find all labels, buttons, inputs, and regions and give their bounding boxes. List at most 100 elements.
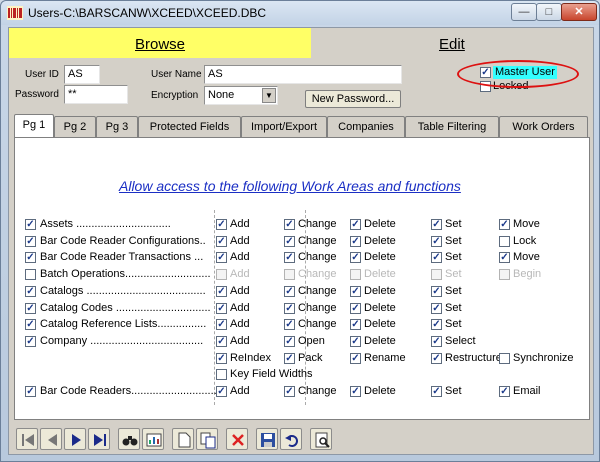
permission-checkbox[interactable]: ✓ xyxy=(216,336,227,347)
permission-checkbox[interactable]: ✓ xyxy=(499,386,510,397)
permission-label: Change xyxy=(298,302,337,314)
permission-checkbox[interactable]: ✓ xyxy=(284,219,295,230)
tab-companies[interactable]: Companies xyxy=(327,116,405,137)
permission-checkbox[interactable]: ✓ xyxy=(284,319,295,330)
permission-checkbox[interactable]: ✓ xyxy=(216,319,227,330)
report-button[interactable] xyxy=(142,428,164,450)
permission-checkbox[interactable]: ✓ xyxy=(216,353,227,364)
permission-checkbox[interactable]: ✓ xyxy=(431,319,442,330)
permission-checkbox[interactable]: ✓ xyxy=(216,303,227,314)
permission-checkbox[interactable]: ✓ xyxy=(284,252,295,263)
work-area-checkbox[interactable]: ✓ xyxy=(25,303,36,314)
copy-document-button[interactable] xyxy=(196,428,218,450)
permission-checkbox[interactable]: ✓ xyxy=(284,286,295,297)
previous-record-button[interactable] xyxy=(40,428,62,450)
user-id-label: User ID xyxy=(25,69,59,80)
minimize-button[interactable]: — xyxy=(511,3,537,21)
first-record-icon xyxy=(22,434,34,446)
permission-checkbox[interactable]: ✓ xyxy=(216,236,227,247)
permission-checkbox[interactable] xyxy=(431,269,442,280)
work-area-checkbox[interactable]: ✓ xyxy=(25,236,36,247)
permission-checkbox[interactable]: ✓ xyxy=(350,319,361,330)
user-name-label: User Name xyxy=(151,69,202,80)
permission-checkbox[interactable] xyxy=(284,269,295,280)
permission-label: Set xyxy=(445,218,462,230)
encryption-select[interactable]: None ▼ xyxy=(204,86,278,105)
permission-checkbox[interactable]: ✓ xyxy=(350,286,361,297)
permission-checkbox[interactable] xyxy=(216,269,227,280)
permission-checkbox[interactable]: ✓ xyxy=(431,336,442,347)
permission-checkbox[interactable] xyxy=(499,353,510,364)
last-record-button[interactable] xyxy=(88,428,110,450)
permission-checkbox[interactable] xyxy=(499,269,510,280)
first-record-button[interactable] xyxy=(16,428,38,450)
tab-protected-fields[interactable]: Protected Fields xyxy=(138,116,241,137)
permission-checkbox[interactable]: ✓ xyxy=(431,386,442,397)
permission-checkbox[interactable]: ✓ xyxy=(216,252,227,263)
new-password-button[interactable]: New Password... xyxy=(305,90,401,108)
work-area-checkbox[interactable]: ✓ xyxy=(25,286,36,297)
tab-pg3[interactable]: Pg 3 xyxy=(96,116,138,137)
work-area-checkbox[interactable]: ✓ xyxy=(25,336,36,347)
work-area-checkbox[interactable]: ✓ xyxy=(25,252,36,263)
permission-checkbox[interactable]: ✓ xyxy=(350,236,361,247)
work-area-checkbox[interactable]: ✓ xyxy=(25,219,36,230)
permission-checkbox[interactable]: ✓ xyxy=(350,219,361,230)
permission-checkbox[interactable]: ✓ xyxy=(216,286,227,297)
tab-pg2[interactable]: Pg 2 xyxy=(54,116,96,137)
new-document-button[interactable] xyxy=(172,428,194,450)
maximize-button[interactable]: □ xyxy=(536,3,562,21)
permission-checkbox[interactable]: ✓ xyxy=(284,236,295,247)
permission-label: Add xyxy=(230,235,250,247)
password-field[interactable]: ** xyxy=(64,85,128,104)
permission-checkbox[interactable]: ✓ xyxy=(350,336,361,347)
permission-checkbox[interactable]: ✓ xyxy=(216,219,227,230)
permission-checkbox[interactable]: ✓ xyxy=(431,252,442,263)
permission-checkbox[interactable]: ✓ xyxy=(284,386,295,397)
binoculars-button[interactable] xyxy=(118,428,140,450)
browse-link[interactable]: Browse xyxy=(135,36,185,53)
permission-checkbox[interactable]: ✓ xyxy=(284,353,295,364)
delete-button[interactable] xyxy=(226,428,248,450)
permission-checkbox[interactable]: ✓ xyxy=(284,336,295,347)
tab-table-filtering[interactable]: Table Filtering xyxy=(405,116,499,137)
permission-checkbox[interactable]: ✓ xyxy=(431,236,442,247)
permission-checkbox[interactable]: ✓ xyxy=(350,386,361,397)
save-button[interactable] xyxy=(256,428,278,450)
permission-checkbox[interactable]: ✓ xyxy=(350,252,361,263)
work-area-checkbox[interactable]: ✓ xyxy=(25,386,36,397)
edit-link[interactable]: Edit xyxy=(439,36,465,53)
work-area-checkbox[interactable] xyxy=(25,269,36,280)
user-id-field[interactable]: AS xyxy=(64,65,100,84)
next-record-icon xyxy=(72,434,81,446)
permission-checkbox[interactable]: ✓ xyxy=(431,303,442,314)
permission-label: Add xyxy=(230,268,250,280)
dropdown-arrow-icon[interactable]: ▼ xyxy=(262,88,276,103)
title-bar[interactable]: Users-C:\BARSCANW\XCEED\XCEED.DBC — □ ✕ xyxy=(1,1,599,25)
permission-checkbox[interactable]: ✓ xyxy=(216,386,227,397)
tab-pg1[interactable]: Pg 1 xyxy=(14,114,54,137)
close-button[interactable]: ✕ xyxy=(561,3,597,21)
permission-checkbox[interactable]: ✓ xyxy=(499,252,510,263)
browse-tab-area[interactable]: Browse xyxy=(9,28,311,58)
permission-checkbox[interactable]: ✓ xyxy=(431,353,442,364)
user-name-field[interactable]: AS xyxy=(204,65,402,84)
permission-checkbox[interactable]: ✓ xyxy=(350,303,361,314)
permission-checkbox[interactable]: ✓ xyxy=(431,219,442,230)
permission-checkbox[interactable]: ✓ xyxy=(499,219,510,230)
permission-label: Add xyxy=(230,318,250,330)
permission-checkbox[interactable]: ✓ xyxy=(284,303,295,314)
tab-import-export[interactable]: Import/Export xyxy=(241,116,327,137)
permission-label: Change xyxy=(298,218,337,230)
tab-work-orders[interactable]: Work Orders xyxy=(499,116,588,137)
work-area-checkbox[interactable]: ✓ xyxy=(25,319,36,330)
permission-checkbox[interactable] xyxy=(350,269,361,280)
permission-checkbox[interactable] xyxy=(216,369,227,380)
permission-checkbox[interactable]: ✓ xyxy=(431,286,442,297)
permission-checkbox[interactable] xyxy=(499,236,510,247)
permission-checkbox[interactable]: ✓ xyxy=(350,353,361,364)
undo-button[interactable] xyxy=(280,428,302,450)
users-window: Users-C:\BARSCANW\XCEED\XCEED.DBC — □ ✕ … xyxy=(0,0,600,462)
preview-button[interactable] xyxy=(310,428,332,450)
next-record-button[interactable] xyxy=(64,428,86,450)
